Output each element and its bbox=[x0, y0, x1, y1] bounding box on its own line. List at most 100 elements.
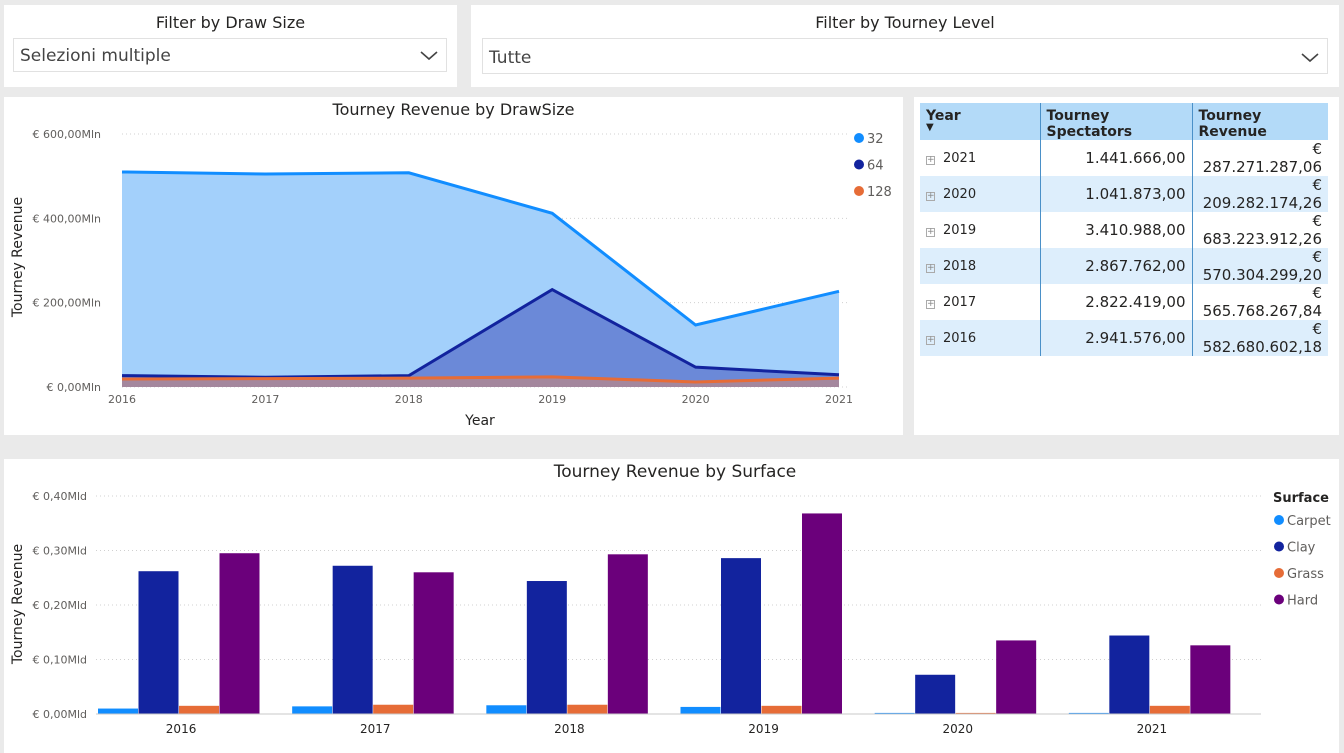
bar-carpet-2019[interactable] bbox=[680, 706, 721, 714]
bar-hard-2017[interactable] bbox=[413, 572, 454, 714]
bar-grass-2017[interactable] bbox=[373, 704, 414, 714]
bar-clay-2020[interactable] bbox=[915, 674, 956, 714]
bar-grass-2018[interactable] bbox=[567, 704, 608, 714]
bar-clay-2018[interactable] bbox=[526, 581, 567, 714]
legend-label-carpet[interactable]: Carpet bbox=[1287, 514, 1331, 529]
row-year-label: 2021 bbox=[943, 150, 977, 166]
bar-chart: € 0,00Mld € 0,10Mld € 0,20Mld € 0,30Mld € 0,… bbox=[10, 490, 1331, 736]
draw-size-dropdown-value: Selezioni multiple bbox=[20, 46, 171, 66]
area-chart-panel: Tourney Revenue by DrawSize € 0,00Mln € 2… bbox=[4, 97, 903, 435]
legend-label-64[interactable]: 64 bbox=[867, 159, 884, 174]
y-tick-label: € 200,00Mln bbox=[32, 297, 101, 310]
tourney-level-dropdown[interactable]: Tutte bbox=[482, 38, 1328, 74]
legend-marker-grass bbox=[1274, 568, 1284, 578]
bar-chart-panel: Tourney Revenue by Surface € 0,00Mld € 0,… bbox=[4, 459, 1339, 753]
row-spectators-cell: 3.410.988,00 bbox=[1039, 212, 1192, 248]
y-tick-label: € 0,40Mld bbox=[32, 490, 87, 503]
table-row[interactable]: +2019 3.410.988,00 € 683.223.912,26 bbox=[920, 212, 1328, 248]
bar-grass-2021[interactable] bbox=[1149, 705, 1190, 714]
tourney-level-slicer-title: Filter by Tourney Level bbox=[815, 13, 995, 32]
column-header-year[interactable]: Year ▼ bbox=[920, 103, 1040, 140]
expand-icon[interactable]: + bbox=[926, 263, 935, 273]
table-row[interactable]: +2021 1.441.666,00 € 287.271.287,06 bbox=[920, 140, 1328, 176]
y-tick-label: € 600,00Mln bbox=[32, 128, 101, 141]
legend-marker-clay bbox=[1274, 541, 1284, 552]
bar-hard-2020[interactable] bbox=[996, 640, 1037, 714]
legend-label-32[interactable]: 32 bbox=[867, 132, 884, 147]
tourney-level-dropdown-value: Tutte bbox=[489, 48, 532, 68]
x-tick-label: 2019 bbox=[748, 722, 779, 736]
sort-desc-icon[interactable]: ▼ bbox=[926, 123, 1034, 133]
row-revenue-cell: € 287.271.287,06 bbox=[1191, 140, 1328, 176]
expand-icon[interactable]: + bbox=[926, 227, 935, 237]
row-revenue-cell: € 565.768.267,84 bbox=[1191, 284, 1328, 320]
bar-carpet-2018[interactable] bbox=[486, 705, 527, 714]
revenue-matrix: Year ▼ Tourney Spectators Tourney Revenue… bbox=[920, 103, 1328, 356]
chevron-down-icon[interactable] bbox=[418, 45, 440, 65]
bar-hard-2019[interactable] bbox=[802, 513, 842, 714]
y-tick-label: € 0,00Mld bbox=[32, 708, 87, 721]
bar-clay-2021[interactable] bbox=[1109, 635, 1150, 714]
chevron-down-icon[interactable] bbox=[1299, 47, 1321, 67]
column-header-spectators-label: Tourney Spectators bbox=[1046, 108, 1133, 140]
y-tick-label: € 0,30Mld bbox=[32, 545, 87, 558]
draw-size-slicer: Filter by Draw Size Selezioni multiple bbox=[4, 5, 457, 87]
x-tick-label: 2017 bbox=[251, 393, 279, 406]
expand-icon[interactable]: + bbox=[926, 191, 935, 201]
expand-icon[interactable]: + bbox=[926, 299, 935, 309]
bar-carpet-2017[interactable] bbox=[292, 706, 333, 714]
row-spectators-cell: 1.441.666,00 bbox=[1039, 140, 1192, 176]
bar-carpet-2016[interactable] bbox=[98, 708, 138, 714]
row-revenue-cell: € 683.223.912,26 bbox=[1191, 212, 1328, 248]
x-tick-label: 2016 bbox=[108, 393, 136, 406]
x-tick-label: 2020 bbox=[942, 722, 973, 736]
expand-icon[interactable]: + bbox=[926, 155, 935, 165]
row-year-cell: +2020 bbox=[920, 176, 1040, 212]
x-tick-label: 2018 bbox=[395, 393, 423, 406]
column-header-revenue[interactable]: Tourney Revenue bbox=[1191, 103, 1328, 140]
row-year-cell: +2018 bbox=[920, 248, 1040, 284]
row-spectators-cell: 2.867.762,00 bbox=[1039, 248, 1192, 284]
bar-grass-2016[interactable] bbox=[179, 705, 219, 714]
column-header-spectators[interactable]: Tourney Spectators bbox=[1039, 103, 1192, 140]
row-year-label: 2019 bbox=[943, 222, 977, 238]
area-chart: € 0,00Mln € 200,00Mln € 400,00Mln € 600,00M… bbox=[10, 128, 892, 429]
draw-size-dropdown[interactable]: Selezioni multiple bbox=[13, 38, 447, 72]
x-tick-label: 2021 bbox=[825, 393, 853, 406]
area-chart-ylabel: Tourney Revenue bbox=[10, 197, 26, 318]
row-year-cell: +2021 bbox=[920, 140, 1040, 176]
y-tick-label: € 0,00Mln bbox=[46, 381, 101, 394]
row-spectators-cell: 2.941.576,00 bbox=[1039, 320, 1192, 356]
bar-hard-2018[interactable] bbox=[607, 554, 648, 714]
row-year-cell: +2016 bbox=[920, 320, 1040, 356]
bar-legend-title: Surface bbox=[1273, 491, 1329, 506]
table-row[interactable]: +2018 2.867.762,00 € 570.304.299,20 bbox=[920, 248, 1328, 284]
bar-hard-2021[interactable] bbox=[1190, 645, 1231, 714]
row-year-cell: +2017 bbox=[920, 284, 1040, 320]
legend-label-grass[interactable]: Grass bbox=[1287, 567, 1324, 582]
row-revenue-cell: € 570.304.299,20 bbox=[1191, 248, 1328, 284]
row-revenue-cell: € 209.282.174,26 bbox=[1191, 176, 1328, 212]
table-row[interactable]: +2016 2.941.576,00 € 582.680.602,18 bbox=[920, 320, 1328, 356]
y-tick-label: € 0,10Mld bbox=[32, 654, 87, 667]
row-year-cell: +2019 bbox=[920, 212, 1040, 248]
legend-label-clay[interactable]: Clay bbox=[1287, 541, 1316, 556]
bar-clay-2016[interactable] bbox=[138, 571, 179, 714]
legend-marker-128 bbox=[854, 186, 864, 196]
row-spectators-cell: 2.822.419,00 bbox=[1039, 284, 1192, 320]
column-header-revenue-label: Tourney Revenue bbox=[1198, 108, 1267, 140]
legend-label-hard[interactable]: Hard bbox=[1287, 594, 1318, 609]
bar-clay-2019[interactable] bbox=[721, 558, 761, 714]
x-tick-label: 2017 bbox=[360, 722, 391, 736]
draw-size-slicer-title: Filter by Draw Size bbox=[155, 13, 306, 32]
bar-hard-2016[interactable] bbox=[219, 553, 260, 714]
area-chart-xlabel: Year bbox=[464, 413, 495, 429]
bar-clay-2017[interactable] bbox=[332, 565, 373, 714]
table-row[interactable]: +2020 1.041.873,00 € 209.282.174,26 bbox=[920, 176, 1328, 212]
x-tick-label: 2019 bbox=[538, 393, 566, 406]
legend-label-128[interactable]: 128 bbox=[867, 185, 892, 200]
table-row[interactable]: +2017 2.822.419,00 € 565.768.267,84 bbox=[920, 284, 1328, 320]
bar-grass-2019[interactable] bbox=[761, 705, 802, 714]
legend-marker-hard bbox=[1274, 594, 1284, 605]
expand-icon[interactable]: + bbox=[926, 335, 935, 345]
